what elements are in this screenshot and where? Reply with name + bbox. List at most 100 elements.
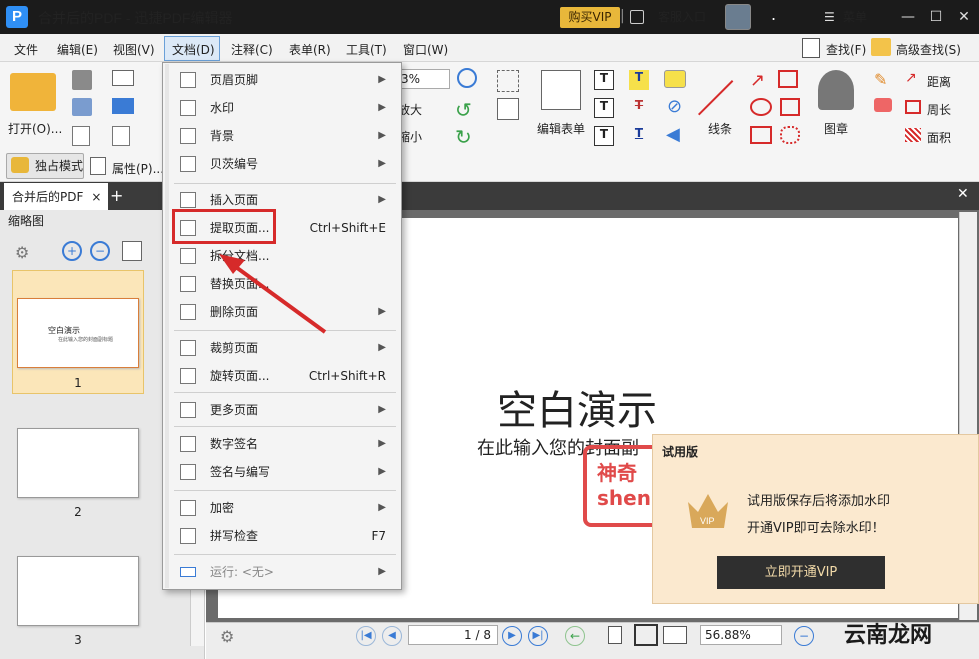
stamp-icon[interactable] xyxy=(818,70,854,110)
menu-item-shortcut: F7 xyxy=(371,529,386,543)
distance-button[interactable]: 距离 xyxy=(927,73,951,90)
tab-close-icon[interactable]: × xyxy=(91,190,101,204)
zoom-combo[interactable]: 3% xyxy=(396,69,450,89)
open-button[interactable]: 打开(O)... xyxy=(8,120,62,137)
eraser-icon[interactable] xyxy=(874,98,892,112)
fit-page-icon[interactable] xyxy=(634,624,658,646)
export-icon[interactable] xyxy=(72,126,90,146)
close-window-icon[interactable]: ✕ xyxy=(954,7,974,27)
lines-button[interactable]: 线条 xyxy=(708,120,732,137)
menu-file[interactable]: 文件 xyxy=(14,41,38,58)
edit-form-button[interactable]: 编辑表单 xyxy=(537,120,585,137)
underline-icon[interactable]: T xyxy=(629,126,649,146)
menu-item[interactable]: 数字签名 ▶ xyxy=(180,430,396,458)
panel-settings-icon[interactable]: ⚙ xyxy=(15,243,29,262)
menu-tools[interactable]: 工具(T) xyxy=(346,41,387,58)
two-page-icon[interactable] xyxy=(663,626,687,644)
menu-edit[interactable]: 编辑(E) xyxy=(57,41,98,58)
print-icon[interactable] xyxy=(72,98,92,116)
rotate-right-icon[interactable]: ↻ xyxy=(455,125,472,149)
menu-view[interactable]: 视图(V) xyxy=(113,41,155,58)
app-logo-icon: P xyxy=(6,6,28,28)
menu-item[interactable]: 运行: <无> ▶ xyxy=(180,558,396,586)
next-page-icon[interactable]: ▶ xyxy=(502,626,522,646)
menu-comment[interactable]: 注释(C) xyxy=(231,41,273,58)
pencil-icon[interactable]: ✎ xyxy=(874,70,887,89)
rectangle-icon[interactable] xyxy=(750,126,772,144)
main-menu-button[interactable]: 菜单 xyxy=(843,8,867,25)
support-link[interactable]: 客服入口 xyxy=(658,8,706,25)
menu-item[interactable]: 拼写检查 F7 xyxy=(180,522,396,550)
menu-form[interactable]: 表单(R) xyxy=(289,41,331,58)
area-button[interactable]: 面积 xyxy=(927,129,951,146)
tab-document[interactable]: 合并后的PDF × xyxy=(4,183,108,210)
menu-separator xyxy=(174,183,396,184)
text-edit-icon[interactable] xyxy=(497,98,519,120)
properties-button[interactable]: 属性(P)... xyxy=(112,160,164,177)
menu-item[interactable]: 旋转页面... Ctrl+Shift+R xyxy=(180,362,396,390)
menu-item-icon xyxy=(180,192,196,208)
zoom-in-icon[interactable] xyxy=(457,68,477,88)
zoom-select[interactable]: 56.88% xyxy=(700,625,782,645)
menu-item[interactable]: 背景 ▶ xyxy=(180,122,396,150)
edit-form-icon[interactable] xyxy=(541,70,581,110)
menu-item[interactable]: 水印 ▶ xyxy=(180,94,396,122)
last-page-icon[interactable]: ▶| xyxy=(528,626,548,646)
save-icon[interactable] xyxy=(72,70,92,90)
new-tab-icon[interactable]: + xyxy=(110,186,123,205)
text-field-icon[interactable]: T xyxy=(594,98,614,118)
thumb-page-1[interactable]: 空白演示 在此输入您的封面副标题 xyxy=(17,298,139,368)
attach-icon[interactable]: ⊘ xyxy=(667,96,682,117)
rotate-left-icon[interactable]: ↺ xyxy=(455,98,472,122)
thumb-page-3[interactable] xyxy=(17,556,139,626)
menu-item-icon xyxy=(180,156,196,172)
prev-page-icon[interactable]: ◀ xyxy=(382,626,402,646)
arrow-icon[interactable]: ↗ xyxy=(750,70,765,91)
close-all-tabs-icon[interactable]: ✕ xyxy=(957,186,969,202)
strikeout-icon[interactable]: T xyxy=(629,98,649,118)
thumb-page-2[interactable] xyxy=(17,428,139,498)
text-box-icon[interactable]: T xyxy=(594,70,614,90)
open-vip-button[interactable]: 立即开通VIP xyxy=(717,556,885,589)
ellipse-icon[interactable] xyxy=(750,98,772,116)
highlight-icon[interactable]: T xyxy=(629,70,649,90)
zoom-out-status-icon[interactable]: − xyxy=(794,626,814,646)
menu-item[interactable]: 签名与编写 ▶ xyxy=(180,458,396,486)
menu-item[interactable]: 页眉页脚 ▶ xyxy=(180,66,396,94)
stamp-button[interactable]: 图章 xyxy=(824,120,848,137)
note-icon[interactable] xyxy=(664,70,686,88)
menu-window[interactable]: 窗口(W) xyxy=(403,41,448,58)
new-icon[interactable] xyxy=(112,126,130,146)
thumb-zoom-in-icon[interactable]: + xyxy=(62,241,82,261)
callout-icon[interactable]: T xyxy=(594,126,614,146)
menu-separator xyxy=(174,490,396,491)
advanced-find-button[interactable]: 高级查找(S) xyxy=(896,41,961,58)
menu-item[interactable]: 更多页面 ▶ xyxy=(180,396,396,424)
menu-item[interactable]: 加密 ▶ xyxy=(180,494,396,522)
menu-item[interactable]: 裁剪页面 ▶ xyxy=(180,334,396,362)
maximize-icon[interactable]: ☐ xyxy=(926,7,946,27)
perimeter-button[interactable]: 周长 xyxy=(927,101,951,118)
select-icon[interactable] xyxy=(497,70,519,92)
menu-document[interactable]: 文档(D) xyxy=(172,41,215,58)
first-page-icon[interactable]: |◀ xyxy=(356,626,376,646)
single-page-icon[interactable] xyxy=(608,626,622,644)
menu-item[interactable]: 贝茨编号 ▶ xyxy=(180,150,396,178)
avatar[interactable] xyxy=(725,4,751,30)
back-icon[interactable]: ← xyxy=(565,626,585,646)
minimize-icon[interactable]: — xyxy=(898,7,918,27)
scan-icon[interactable] xyxy=(112,98,134,114)
thumb-zoom-out-icon[interactable]: − xyxy=(90,241,110,261)
buy-vip-button[interactable]: 购买VIP xyxy=(560,7,620,28)
cloud-icon[interactable] xyxy=(780,126,800,144)
folder-icon[interactable] xyxy=(10,73,56,111)
find-button[interactable]: 查找(F) xyxy=(826,41,866,58)
sound-icon[interactable]: ◀ xyxy=(666,124,680,145)
pentagon-icon[interactable] xyxy=(780,98,800,116)
thumb-rotate-icon[interactable] xyxy=(122,241,142,261)
page-number-input[interactable]: 1 / 8 xyxy=(408,625,498,645)
email-icon[interactable] xyxy=(112,70,134,86)
polyline-icon[interactable] xyxy=(778,70,798,88)
status-settings-icon[interactable]: ⚙ xyxy=(220,627,234,646)
crown-icon xyxy=(11,157,29,173)
